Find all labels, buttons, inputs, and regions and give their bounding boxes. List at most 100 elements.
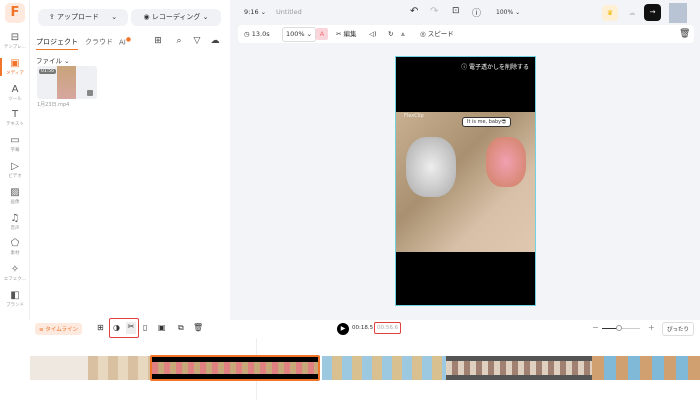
zoom-out-icon[interactable]: − xyxy=(592,323,599,332)
rotate-icon[interactable]: ↻ xyxy=(388,25,393,43)
sidebar-item-effect[interactable]: ✧ エフェク… xyxy=(0,264,30,282)
tab-ai-label: AI xyxy=(119,38,126,47)
speed-button[interactable]: ◎ スピード xyxy=(420,25,454,43)
cloud-icon[interactable]: ☁ xyxy=(624,5,640,21)
sidebar-item-label: ビデオ xyxy=(8,174,22,179)
scissors-icon[interactable]: ✂ xyxy=(126,322,136,334)
sidebar-item-text[interactable]: T テキスト xyxy=(0,109,30,127)
media-thumbnail xyxy=(57,66,76,99)
element-icon: ⬠ xyxy=(10,238,20,250)
added-check-icon xyxy=(87,90,93,96)
edit-button[interactable]: ✂ 編集 xyxy=(336,25,357,43)
remove-watermark-button[interactable]: ⓘ 電子透かしを削除する xyxy=(461,62,529,71)
screenshot-icon[interactable]: ⊡ xyxy=(452,6,460,16)
sidebar-item-subtitle[interactable]: ▭ 字幕 xyxy=(0,135,30,153)
chevron-down-icon[interactable]: ⌄ xyxy=(111,13,117,21)
sidebar-item-media[interactable]: ▣ メディア xyxy=(0,57,30,76)
timeline-clip[interactable] xyxy=(322,356,446,380)
video-canvas[interactable]: ⓘ 電子透かしを削除する FlexClip It is me, baby😎 xyxy=(395,56,536,306)
avatar[interactable] xyxy=(669,3,687,23)
add-icon[interactable]: ⊞ xyxy=(97,323,104,332)
tab-project[interactable]: プロジェクト xyxy=(36,37,78,50)
sidebar-item-image[interactable]: ▨ 画像 xyxy=(0,187,30,205)
tab-cloud[interactable]: クラウド xyxy=(85,37,113,47)
new-folder-icon[interactable]: ⊞ xyxy=(151,34,165,48)
filter-icon[interactable]: ▽ xyxy=(190,34,204,48)
export-button[interactable]: → xyxy=(644,4,661,21)
duration-badge: 01:56 xyxy=(39,69,56,74)
media-filename: 1月23日.mp4 xyxy=(37,102,70,108)
timeline-button[interactable]: ≡ タイムライン xyxy=(35,323,82,335)
brand-icon: ◧ xyxy=(10,290,20,301)
project-title[interactable]: Untitled xyxy=(276,8,302,16)
sidebar-item-label: テンプレ… xyxy=(3,45,27,50)
delete-icon[interactable]: 🗑 xyxy=(679,25,690,43)
ai-enhance-icon[interactable]: A xyxy=(316,28,328,40)
subtitle-icon: ▭ xyxy=(10,135,20,147)
media-icon: ▣ xyxy=(10,57,20,69)
sidebar-item-template[interactable]: ⊟ テンプレ… xyxy=(0,32,30,50)
duration-label: 13.0s xyxy=(251,30,270,38)
redo-icon[interactable]: ↷ xyxy=(430,6,438,17)
crop-icon[interactable]: ▯ xyxy=(143,323,147,332)
sidebar-item-label: 音声 xyxy=(10,225,20,231)
video-icon: ▷ xyxy=(11,161,19,172)
zoom-slider-handle[interactable] xyxy=(616,325,623,331)
tab-ai[interactable]: AI● xyxy=(119,37,131,46)
sidebar-item-label: エフェク… xyxy=(3,277,27,283)
scale-dropdown[interactable]: 100% ⌄ xyxy=(282,27,317,42)
aspect-ratio-dropdown[interactable]: 9:16 ⌄ xyxy=(244,8,266,16)
cat-figure xyxy=(406,137,456,197)
edit-label: 編集 xyxy=(343,30,357,38)
zoom-in-icon[interactable]: + xyxy=(648,323,655,332)
aspect-ratio-label: 9:16 xyxy=(244,8,259,16)
timeline-clip[interactable] xyxy=(30,356,88,380)
sidebar-item-label: 字幕 xyxy=(10,148,20,154)
zoom-dropdown[interactable]: 100% ⌄ xyxy=(496,9,520,16)
volume-icon[interactable]: ◁) xyxy=(369,25,377,43)
selected-timeline-clip[interactable] xyxy=(150,355,320,381)
duration-button[interactable]: ◷ 13.0s xyxy=(244,25,270,43)
sidebar-item-label: 素材 xyxy=(10,251,20,257)
search-icon[interactable]: ⌕ xyxy=(172,34,186,48)
upload-label: アップロード xyxy=(56,13,99,21)
upload-button[interactable]: ⇪ アップロード ⌄ xyxy=(38,9,128,26)
timeline-clip[interactable] xyxy=(592,356,700,380)
delete-icon[interactable]: 🗑 xyxy=(193,323,203,332)
duplicate-icon[interactable]: ⧉ xyxy=(178,323,184,333)
timeline-clip[interactable] xyxy=(446,356,592,380)
record-label: レコーディング xyxy=(151,13,201,21)
crown-icon[interactable]: ♛ xyxy=(602,5,618,21)
sidebar-item-brand[interactable]: ◧ ブランド xyxy=(0,290,30,308)
sidebar-item-label: 画像 xyxy=(10,199,20,205)
sidebar-item-music[interactable]: ♫ 音声 xyxy=(0,213,30,231)
flip-icon[interactable]: ⩓ xyxy=(401,25,405,43)
record-button[interactable]: ◉ レコーディング ⌄ xyxy=(131,9,221,26)
subtitle-icon[interactable]: ▣ xyxy=(158,323,166,332)
sidebar-item-video[interactable]: ▷ ビデオ xyxy=(0,161,30,179)
split-icon[interactable]: ◑ xyxy=(113,323,120,332)
zoom-label: 100% xyxy=(496,9,514,16)
brand-watermark: FlexClip xyxy=(404,113,424,119)
cloud-off-icon[interactable]: ☁ xyxy=(208,34,222,48)
video-frame: FlexClip It is me, baby😎 xyxy=(396,112,535,252)
ai-tool-icon: A xyxy=(11,83,19,95)
dog-figure xyxy=(486,137,526,187)
template-icon: ⊟ xyxy=(10,32,20,43)
media-item[interactable]: 01:56 xyxy=(37,66,97,99)
image-icon: ▨ xyxy=(10,186,20,198)
fit-button[interactable]: ぴったり xyxy=(662,322,695,336)
speed-label: スピード xyxy=(427,30,454,38)
sidebar-item-label: メディア xyxy=(6,70,24,76)
left-sidebar: F ⊟ テンプレ… ▣ メディア A ツール T テキスト ▭ 字幕 ▷ ビデオ ▨ 画像 ♫ 音声 ⬠ 素材 ✧ エ… xyxy=(0,0,30,320)
play-button[interactable]: ▶ xyxy=(337,323,349,335)
sidebar-item-ai-tool[interactable]: A ツール xyxy=(0,84,30,102)
sidebar-item-element[interactable]: ⬠ 素材 xyxy=(0,238,30,256)
help-icon[interactable]: ⓘ xyxy=(472,6,481,19)
file-filter-dropdown[interactable]: ファイル ⌄ xyxy=(36,55,70,65)
caption-bubble[interactable]: It is me, baby😎 xyxy=(462,117,512,127)
watermark-label: 電子透かしを削除する xyxy=(468,64,529,71)
undo-icon[interactable]: ↶ xyxy=(410,6,418,17)
sidebar-item-label: テキスト xyxy=(6,122,24,128)
timeline-clip[interactable] xyxy=(88,356,150,380)
